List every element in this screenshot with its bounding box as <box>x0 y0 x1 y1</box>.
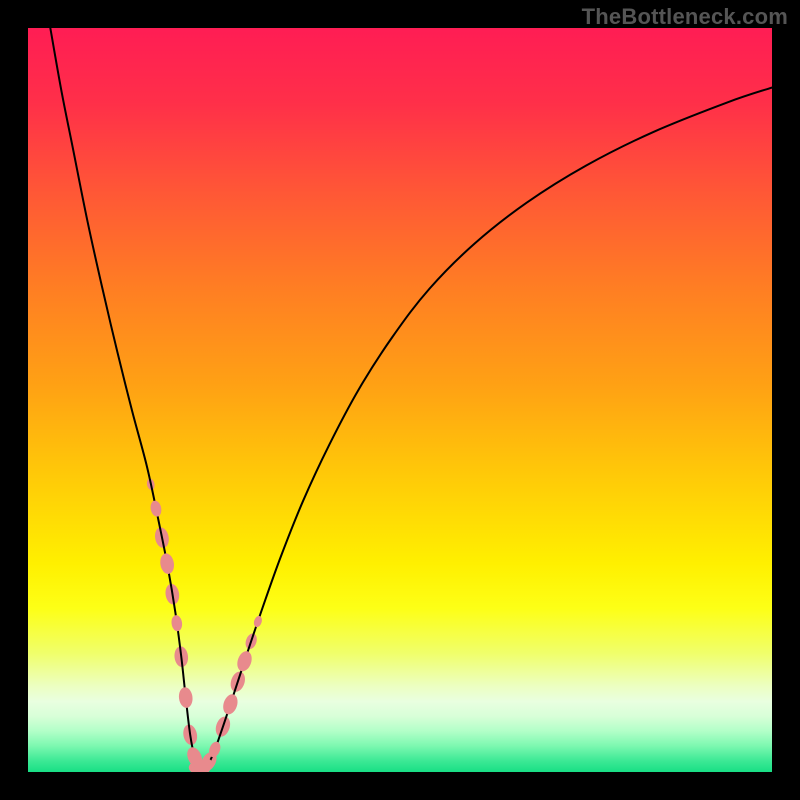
bottleneck-curve <box>50 28 772 769</box>
curve-bead <box>171 615 184 632</box>
curve-layer <box>28 28 772 772</box>
curve-bead <box>235 649 254 673</box>
chart-frame: TheBottleneck.com <box>0 0 800 800</box>
curve-bead <box>149 500 163 518</box>
curve-bead <box>253 615 264 628</box>
watermark-text: TheBottleneck.com <box>582 4 788 30</box>
bead-group-under <box>146 478 259 772</box>
curve-bead <box>159 552 176 575</box>
plot-area <box>28 28 772 772</box>
curve-bead <box>221 692 240 716</box>
curve-bead <box>178 687 194 709</box>
